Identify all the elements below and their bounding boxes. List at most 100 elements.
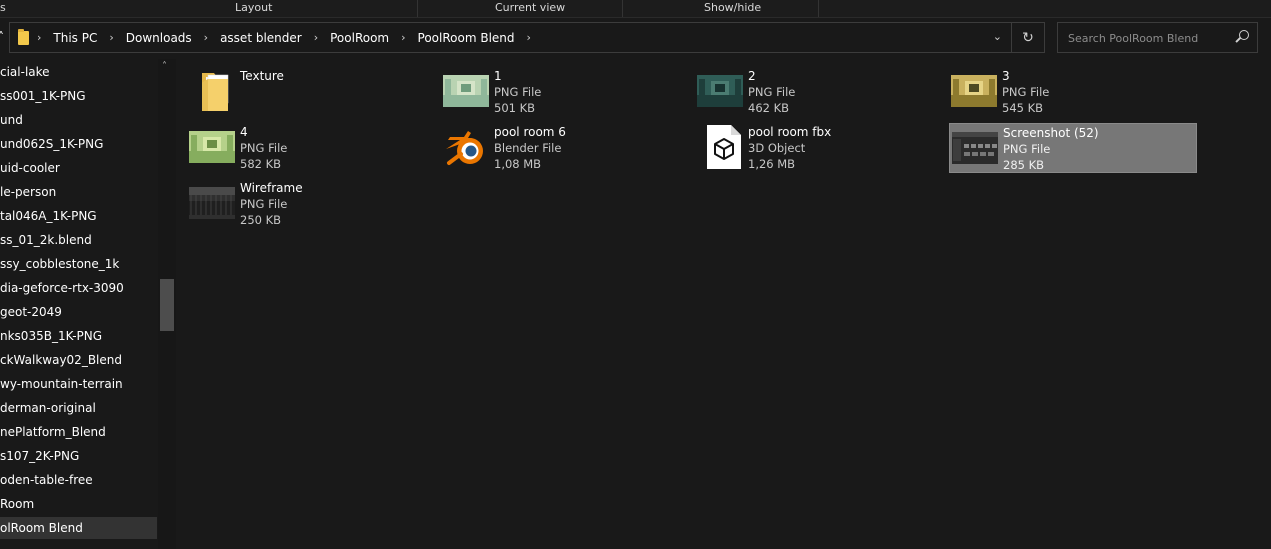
file-size: 462 KB <box>748 101 790 115</box>
nav-item[interactable]: und <box>0 109 157 131</box>
file-name: pool room 6 <box>494 125 566 139</box>
breadcrumb-chevron-icon[interactable]: › <box>204 31 208 44</box>
search-icon[interactable] <box>1239 30 1249 40</box>
png-thumbnail <box>951 75 997 111</box>
nav-item-label: tal046A_1K-PNG <box>0 209 97 223</box>
nav-item[interactable]: le-person <box>0 181 157 203</box>
refresh-icon: ↻ <box>1022 29 1034 46</box>
file-details: Screenshot (52) PNG File 285 KB <box>1003 125 1099 173</box>
nav-item-label: und <box>0 113 23 127</box>
file-item[interactable]: 1 PNG File 501 KB <box>441 67 689 117</box>
ribbon-divider <box>818 0 819 17</box>
file-details: 3 PNG File 545 KB <box>1002 68 1049 116</box>
3d-object-icon <box>701 123 745 169</box>
nav-item-label: s107_2K-PNG <box>0 449 80 463</box>
file-type: PNG File <box>1003 142 1051 156</box>
blender-icon <box>443 127 487 165</box>
nav-item-label: olRoom Blend <box>0 521 83 535</box>
nav-item-label: ckWalkway02_Blend <box>0 353 122 367</box>
file-type: Blender File <box>494 141 562 155</box>
scroll-thumb[interactable] <box>160 279 174 331</box>
nav-item[interactable]: tal046A_1K-PNG <box>0 205 157 227</box>
file-item[interactable]: Screenshot (52) PNG File 285 KB <box>949 123 1197 173</box>
file-size: 250 KB <box>240 213 282 227</box>
file-details: Wireframe PNG File 250 KB <box>240 180 303 228</box>
nav-item-label: Room <box>0 497 35 511</box>
file-details: Texture <box>240 68 284 84</box>
nav-item[interactable]: oden-table-free <box>0 469 157 491</box>
file-details: 2 PNG File 462 KB <box>748 68 795 116</box>
breadcrumb-item[interactable]: PoolRoom <box>330 31 389 45</box>
nav-item-label: ssy_cobblestone_1k <box>0 257 120 271</box>
nav-item[interactable]: olRoom Blend <box>0 517 157 539</box>
nav-item-label: dia-geforce-rtx-3090 <box>0 281 124 295</box>
nav-scrollbar[interactable]: ˄ <box>158 59 176 549</box>
file-type: PNG File <box>240 141 288 155</box>
nav-item[interactable]: und062S_1K-PNG <box>0 133 157 155</box>
file-item[interactable]: 4 PNG File 582 KB <box>187 123 435 173</box>
file-item[interactable]: pool room 6 Blender File 1,08 MB <box>441 123 689 173</box>
file-name: 2 <box>748 69 756 83</box>
breadcrumb-chevron-icon[interactable]: › <box>109 31 113 44</box>
breadcrumb-item[interactable]: PoolRoom Blend <box>418 31 515 45</box>
file-type: PNG File <box>494 85 542 99</box>
nav-item[interactable]: derman-original <box>0 397 157 419</box>
nav-item[interactable]: nePlatform_Blend <box>0 421 157 443</box>
nav-item-label: geot-2049 <box>0 305 62 319</box>
png-thumbnail <box>952 132 998 168</box>
nav-item-label: und062S_1K-PNG <box>0 137 104 151</box>
nav-item-label: oden-table-free <box>0 473 93 487</box>
png-thumbnail <box>189 131 235 167</box>
file-details: 1 PNG File 501 KB <box>494 68 541 116</box>
breadcrumb-chevron-icon[interactable]: › <box>37 31 41 44</box>
breadcrumb-chevron-icon[interactable]: › <box>314 31 318 44</box>
nav-item[interactable]: dia-geforce-rtx-3090 <box>0 277 157 299</box>
nav-item-label: nks035B_1K-PNG <box>0 329 103 343</box>
nav-item[interactable]: ss_01_2k.blend <box>0 229 157 251</box>
nav-item[interactable]: uid-cooler <box>0 157 157 179</box>
nav-item[interactable]: wy-mountain-terrain <box>0 373 157 395</box>
nav-item-label: ss_01_2k.blend <box>0 233 92 247</box>
file-type: PNG File <box>240 197 288 211</box>
nav-item[interactable]: Room <box>0 493 157 515</box>
file-size: 285 KB <box>1003 158 1045 172</box>
file-item[interactable]: Wireframe PNG File 250 KB <box>187 179 435 229</box>
folder-icon <box>193 69 237 111</box>
scroll-up-icon[interactable]: ˄ <box>162 61 167 72</box>
file-item[interactable]: Texture <box>187 67 435 117</box>
nav-item-label: nePlatform_Blend <box>0 425 106 439</box>
file-details: pool room 6 Blender File 1,08 MB <box>494 124 566 172</box>
breadcrumb-item[interactable]: asset blender <box>220 31 302 45</box>
file-item[interactable]: 3 PNG File 545 KB <box>949 67 1197 117</box>
address-bar[interactable]: › This PC › Downloads › asset blender › PoolRoo… <box>9 22 1045 53</box>
breadcrumb-chevron-icon[interactable]: › <box>401 31 405 44</box>
up-arrow-icon[interactable]: ˄ <box>0 30 4 44</box>
nav-item[interactable]: cial-lake <box>0 61 157 83</box>
breadcrumb-item[interactable]: This PC <box>53 31 97 45</box>
ribbon-group-current-view: Current view <box>495 1 566 14</box>
png-thumbnail <box>189 187 235 223</box>
nav-item[interactable]: ckWalkway02_Blend <box>0 349 157 371</box>
search-box[interactable] <box>1057 22 1258 53</box>
nav-item[interactable]: ss001_1K-PNG <box>0 85 157 107</box>
nav-item[interactable]: ssy_cobblestone_1k <box>0 253 157 275</box>
nav-item[interactable]: geot-2049 <box>0 301 157 323</box>
file-name: 1 <box>494 69 502 83</box>
file-list: Texture 1 PNG File 501 KB 2 PNG File 462 KB 3 PN… <box>177 59 1271 549</box>
nav-item-label: derman-original <box>0 401 96 415</box>
chevron-down-icon[interactable]: ⌄ <box>993 30 1002 43</box>
file-item[interactable]: pool room fbx 3D Object 1,26 MB <box>695 123 943 173</box>
refresh-button[interactable]: ↻ <box>1011 23 1044 52</box>
nav-item-label: le-person <box>0 185 57 199</box>
ribbon-divider <box>417 0 418 17</box>
search-input[interactable] <box>1066 29 1230 47</box>
file-name: Texture <box>240 69 284 83</box>
breadcrumb-item[interactable]: Downloads <box>126 31 192 45</box>
ribbon-group-show-hide: Show/hide <box>704 1 762 14</box>
nav-item[interactable]: s107_2K-PNG <box>0 445 157 467</box>
file-size: 1,26 MB <box>748 157 796 171</box>
nav-item[interactable]: nks035B_1K-PNG <box>0 325 157 347</box>
breadcrumb-chevron-icon[interactable]: › <box>527 31 531 44</box>
file-item[interactable]: 2 PNG File 462 KB <box>695 67 943 117</box>
nav-item-label: ss001_1K-PNG <box>0 89 86 103</box>
